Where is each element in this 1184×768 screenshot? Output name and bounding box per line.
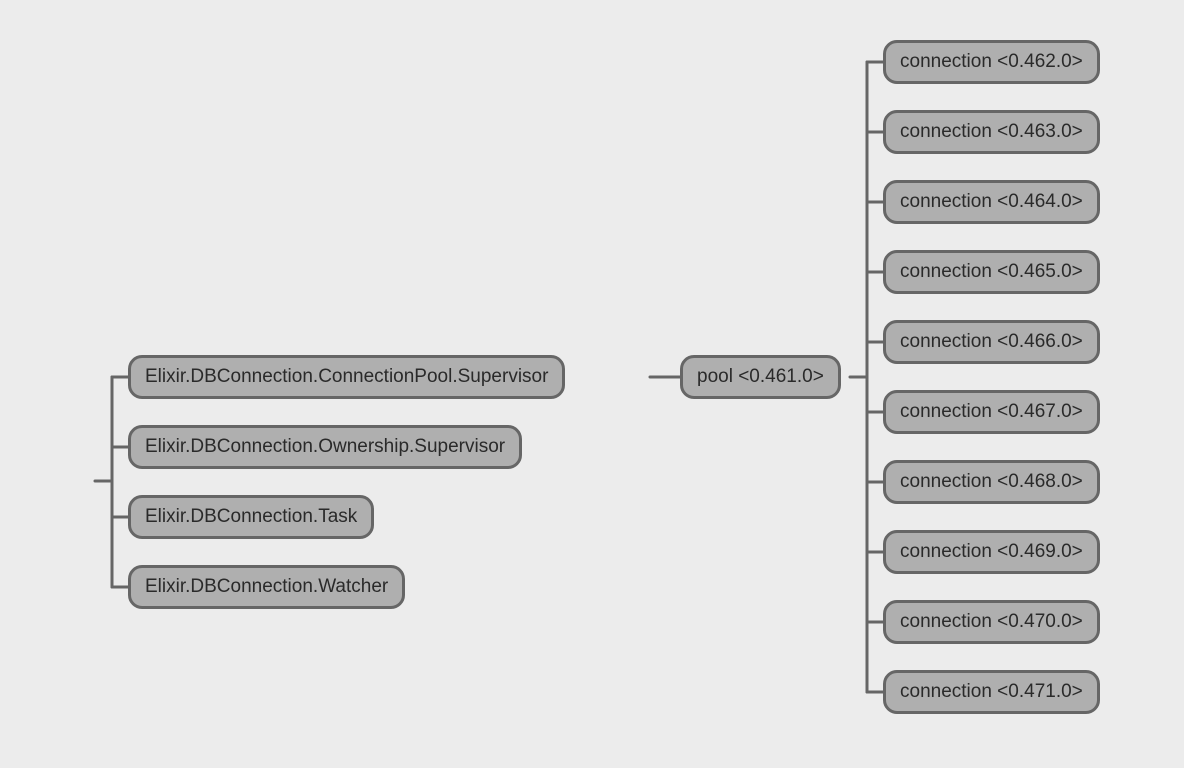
node-label: connection <0.463.0>	[900, 121, 1083, 143]
tree-node-connection[interactable]: connection <0.468.0>	[883, 460, 1100, 504]
tree-canvas: tion.App Elixir.DBConnection.ConnectionP…	[0, 0, 1184, 768]
node-label: Elixir.DBConnection.Ownership.Supervisor	[145, 436, 505, 458]
node-label: connection <0.467.0>	[900, 401, 1083, 423]
node-label: connection <0.470.0>	[900, 611, 1083, 633]
node-label: Elixir.DBConnection.Watcher	[145, 576, 388, 598]
node-label: Elixir.DBConnection.ConnectionPool.Super…	[145, 366, 548, 388]
node-label: connection <0.468.0>	[900, 471, 1083, 493]
node-label: connection <0.462.0>	[900, 51, 1083, 73]
tree-node-connection[interactable]: connection <0.463.0>	[883, 110, 1100, 154]
tree-node-connectionpool-supervisor[interactable]: Elixir.DBConnection.ConnectionPool.Super…	[128, 355, 565, 399]
tree-node-ownership-supervisor[interactable]: Elixir.DBConnection.Ownership.Supervisor	[128, 425, 522, 469]
node-label: connection <0.471.0>	[900, 681, 1083, 703]
tree-node-connection[interactable]: connection <0.469.0>	[883, 530, 1100, 574]
node-label: connection <0.466.0>	[900, 331, 1083, 353]
tree-node-connection[interactable]: connection <0.462.0>	[883, 40, 1100, 84]
tree-node-task[interactable]: Elixir.DBConnection.Task	[128, 495, 374, 539]
tree-node-connection[interactable]: connection <0.471.0>	[883, 670, 1100, 714]
node-label: pool <0.461.0>	[697, 366, 824, 388]
tree-node-connection[interactable]: connection <0.470.0>	[883, 600, 1100, 644]
tree-node-connection[interactable]: connection <0.464.0>	[883, 180, 1100, 224]
tree-node-connection[interactable]: connection <0.465.0>	[883, 250, 1100, 294]
tree-node-connection[interactable]: connection <0.466.0>	[883, 320, 1100, 364]
tree-node-watcher[interactable]: Elixir.DBConnection.Watcher	[128, 565, 405, 609]
node-label: connection <0.469.0>	[900, 541, 1083, 563]
tree-node-connection[interactable]: connection <0.467.0>	[883, 390, 1100, 434]
node-label: connection <0.464.0>	[900, 191, 1083, 213]
tree-node-pool[interactable]: pool <0.461.0>	[680, 355, 841, 399]
node-label: connection <0.465.0>	[900, 261, 1083, 283]
node-label: Elixir.DBConnection.Task	[145, 506, 357, 528]
